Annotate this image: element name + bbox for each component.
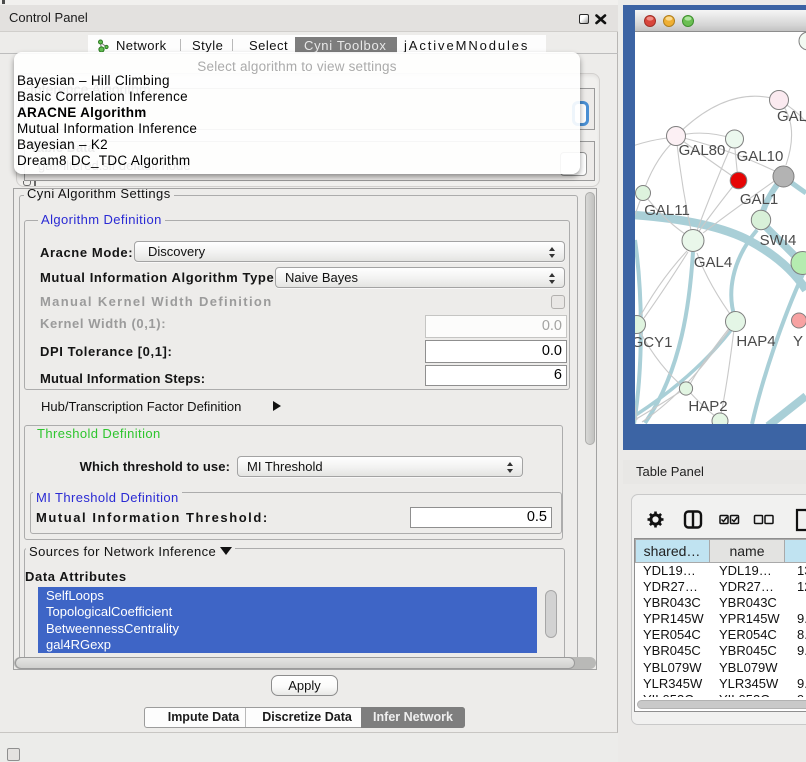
svg-text:GAL11: GAL11 <box>644 202 690 219</box>
svg-text:GAL10: GAL10 <box>737 148 784 165</box>
svg-text:GCY1: GCY1 <box>635 334 672 351</box>
svg-text:SWI4: SWI4 <box>760 232 797 249</box>
svg-text:Y: Y <box>793 333 803 350</box>
svg-text:GAL1: GAL1 <box>740 191 778 208</box>
svg-text:HAP2: HAP2 <box>688 398 727 415</box>
svg-text:GAL7: GAL7 <box>777 108 806 125</box>
svg-text:HAP4: HAP4 <box>736 333 775 350</box>
svg-text:GAL80: GAL80 <box>679 142 726 159</box>
svg-text:GAL4: GAL4 <box>694 254 732 271</box>
